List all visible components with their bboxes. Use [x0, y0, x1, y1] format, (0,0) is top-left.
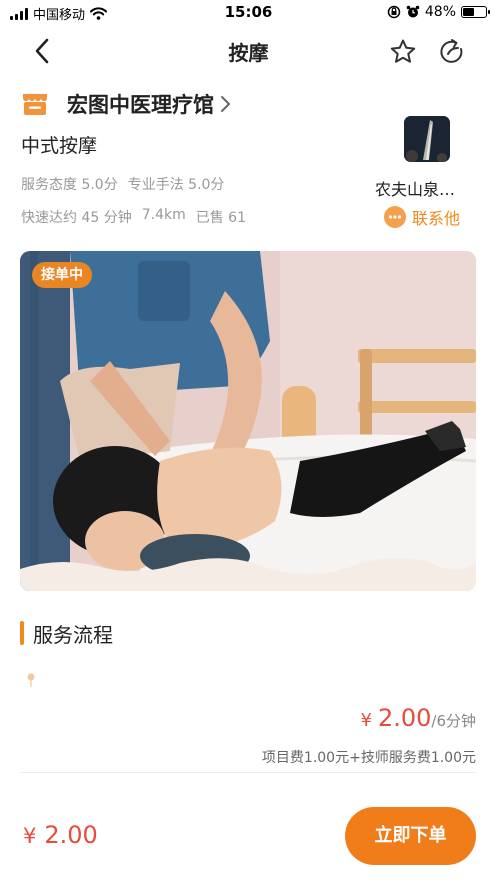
shop-icon	[23, 94, 47, 115]
order-now-button[interactable]: 立即下单	[345, 807, 476, 865]
section-marker	[20, 621, 24, 645]
chevron-left-icon[interactable]	[28, 36, 58, 66]
status-badge: 接单中	[32, 262, 92, 288]
orientation-lock-icon	[387, 5, 401, 19]
service-stats: 快速达约 45 分钟 7.4km 已售 61	[21, 207, 246, 227]
price-value: 2.00	[377, 704, 432, 732]
price: ¥ 2.00 /6分钟	[361, 704, 477, 732]
massage-photo	[20, 251, 476, 591]
chevron-right-icon	[221, 96, 230, 112]
nav-bar: 按摩	[0, 26, 497, 76]
share-icon[interactable]	[437, 37, 467, 67]
flow-step-marker-icon	[27, 673, 35, 687]
avatar[interactable]	[404, 116, 450, 162]
ratings: 服务态度 5.0分 专业手法 5.0分	[21, 174, 224, 194]
contact-label: 联系他	[412, 209, 461, 228]
sold-count: 已售 61	[195, 210, 246, 226]
rating-attitude: 服务态度 5.0分	[21, 177, 118, 193]
battery-percent: 48%	[424, 4, 456, 20]
rating-technique: 专业手法 5.0分	[127, 177, 225, 193]
distance: 7.4km	[141, 207, 186, 223]
service-name: 中式按摩	[21, 135, 98, 157]
battery-fill	[463, 8, 474, 16]
chat-icon	[384, 206, 406, 228]
service-photo	[20, 251, 476, 591]
price-currency: ¥	[360, 710, 372, 731]
page-title: 按摩	[228, 41, 269, 65]
battery-icon	[461, 6, 490, 18]
status-bar: 中国移动 15:06 48%	[0, 0, 497, 26]
total-price: ¥ 2.00	[23, 821, 98, 849]
divider	[20, 772, 476, 773]
alarm-icon	[406, 5, 420, 18]
avatar-image	[404, 116, 450, 162]
shop-name: 宏图中医理疗馆	[67, 93, 214, 117]
technician-name: 农夫山泉…	[375, 180, 456, 199]
price-detail: 项目费1.00元+技师服务费1.00元	[261, 750, 476, 766]
arrival-time: 快速达约 45 分钟	[21, 210, 132, 226]
shop-link[interactable]: 宏图中医理疗馆	[20, 88, 232, 120]
total-currency: ¥	[23, 824, 37, 848]
section-title: 服务流程	[33, 623, 113, 647]
status-right: 48%	[387, 4, 490, 20]
total-value: 2.00	[44, 821, 98, 849]
price-unit: /6分钟	[431, 712, 476, 730]
star-icon[interactable]	[388, 37, 418, 67]
contact-button[interactable]: 联系他	[383, 205, 460, 229]
